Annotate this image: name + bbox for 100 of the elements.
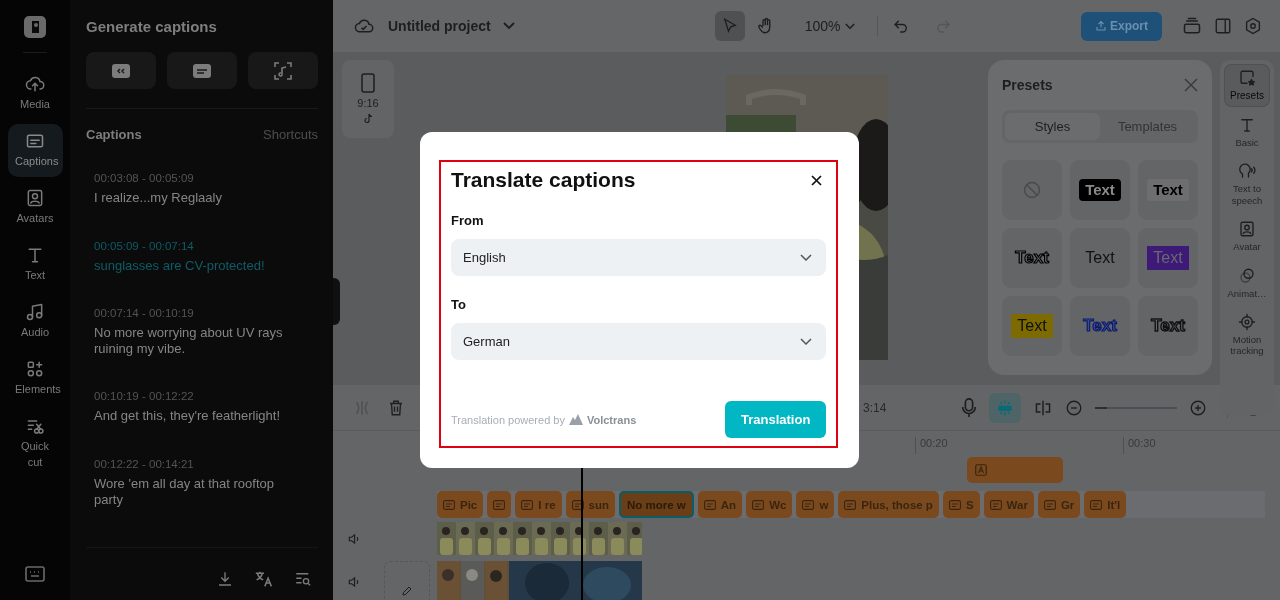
sidebar-item[interactable]: Elements (7, 351, 63, 405)
caption-entry[interactable]: 00:12:22 - 00:14:21 Wore 'em all day at that rooftop party (94, 457, 310, 508)
caption-clip[interactable]: sun (565, 491, 615, 518)
sidebar-item[interactable]: Text (7, 237, 63, 291)
caption-clip[interactable]: War (983, 491, 1034, 518)
style-preset-tile[interactable]: Text (1138, 228, 1198, 288)
tab[interactable]: Styles (1005, 113, 1100, 140)
sidebar-item[interactable]: Audio (7, 294, 63, 348)
download-icon[interactable] (216, 570, 234, 588)
close-icon[interactable] (811, 174, 822, 186)
caption-time: 00:03:08 - 00:05:09 (94, 172, 195, 184)
shortcuts-link[interactable]: Shortcuts (263, 127, 318, 142)
sidebar-item[interactable]: Quick cut (7, 408, 63, 478)
zoom-out-icon[interactable] (1065, 398, 1083, 417)
zoom-dropdown[interactable]: 100% (804, 18, 856, 34)
caption-icon (844, 499, 857, 510)
caption-time: 00:07:14 - 00:10:19 (94, 307, 195, 320)
phone-icon (361, 73, 375, 93)
cloud-icon[interactable] (354, 17, 374, 35)
caption-icon (443, 499, 455, 510)
microphone-icon[interactable] (961, 397, 977, 418)
property-tab[interactable]: Presets (1224, 64, 1270, 107)
caption-time: 00:05:09 - 00:07:14 (94, 239, 195, 252)
translation-button[interactable]: Translation (725, 401, 826, 438)
style-preset-tile[interactable]: Text (1002, 228, 1062, 288)
caption-entry[interactable]: 00:07:14 - 00:10:19 No more worrying about UV rays ruining my vibe. (94, 307, 310, 357)
style-sample: Text (1014, 246, 1050, 269)
chevron-down-icon (800, 254, 812, 261)
style-sample: Text (1084, 248, 1116, 269)
style-preset-tile[interactable] (1002, 160, 1062, 220)
zoom-in-icon[interactable] (1189, 398, 1207, 417)
speaker-icon[interactable] (347, 575, 361, 589)
caption-entry[interactable]: 00:05:09 - 00:07:14 sunglasses are CV-protected! (94, 239, 310, 274)
avatar-icon (25, 187, 45, 208)
mountain-logo-icon (568, 414, 583, 425)
caption-clip[interactable]: S (942, 491, 980, 518)
generate-option-button[interactable] (86, 52, 156, 89)
export-button[interactable]: Export (1081, 11, 1162, 41)
playback-time: 3:14 (863, 400, 887, 415)
sparkle-box-icon (996, 398, 1014, 417)
split-clip-icon[interactable] (1033, 398, 1053, 417)
upload-icon (1095, 20, 1107, 32)
sidebar-item[interactable]: Captions (7, 123, 63, 177)
speaker-icon[interactable] (347, 532, 361, 546)
caption-clip[interactable]: I re (515, 491, 562, 518)
caption-clip[interactable]: Wc (746, 491, 793, 518)
translate-icon[interactable] (254, 570, 274, 588)
caption-entry[interactable]: 00:10:19 - 00:12:22 And get this, they're featherlight! (94, 390, 310, 424)
collapse-handle[interactable] (333, 278, 340, 325)
text-clip[interactable] (967, 457, 1063, 483)
style-sample: Text (1147, 179, 1189, 201)
caption-clip[interactable] (487, 491, 512, 518)
style-preset-tile[interactable]: Text (1002, 296, 1062, 356)
caption-clip[interactable]: It'l (1084, 491, 1127, 518)
caption-clip[interactable]: Plus, those p (838, 491, 939, 518)
sidebar-item[interactable]: Avatars (7, 180, 63, 234)
style-sample: Text (1011, 314, 1053, 338)
cc-icon (112, 63, 130, 78)
style-preset-tile[interactable]: Text (1138, 160, 1198, 220)
caption-icon (802, 499, 815, 510)
trash-icon[interactable] (387, 398, 405, 417)
style-sample: Text (1147, 246, 1189, 270)
caption-time: 00:10:19 - 00:12:22 (94, 390, 195, 403)
style-preset-tile[interactable]: Text (1070, 160, 1130, 220)
pointer-tool-button[interactable] (714, 11, 745, 41)
language-select[interactable]: German (451, 323, 826, 360)
music-note-icon (25, 301, 45, 322)
layers-icon[interactable] (1182, 16, 1202, 36)
sidebar-item[interactable]: Media (7, 67, 63, 120)
property-tab[interactable]: Animat… (1224, 261, 1270, 304)
scan-music-icon (274, 61, 292, 80)
text-box-icon (975, 464, 987, 476)
powered-by-text: Translation powered by (451, 413, 565, 426)
generate-option-button[interactable] (167, 52, 237, 89)
style-preset-tile[interactable]: Text (1070, 228, 1130, 288)
keyboard-icon[interactable] (25, 566, 45, 582)
aspect-ratio-card[interactable]: 9:16 (342, 60, 394, 138)
caption-clip[interactable]: Pic (437, 491, 484, 518)
caption-clip[interactable]: An (697, 491, 743, 518)
pencil-icon (401, 585, 413, 597)
none-icon (1023, 181, 1041, 199)
cloud-upload-icon (25, 74, 45, 94)
circles-icon (1238, 266, 1256, 285)
caption-clip[interactable]: Gr (1037, 491, 1081, 518)
style-preset-tile[interactable]: Text (1070, 296, 1130, 356)
search-list-icon[interactable] (294, 570, 312, 588)
panel-layout-icon[interactable] (1214, 17, 1232, 35)
caption-clip[interactable]: No more w (619, 491, 694, 518)
chevron-down-icon[interactable] (502, 22, 515, 30)
property-tab[interactable]: Avatar (1224, 215, 1270, 258)
app-logo-icon[interactable] (24, 16, 46, 38)
style-sample: Text (1079, 179, 1121, 201)
dialog-title: Translate captions (451, 168, 636, 192)
caption-clip[interactable]: w (796, 491, 835, 518)
caption-icon (1043, 499, 1056, 510)
project-name-button[interactable]: Untitled project (388, 18, 491, 34)
generate-option-button[interactable] (248, 52, 318, 89)
language-select[interactable]: English (451, 239, 826, 276)
caption-entry[interactable]: 00:03:08 - 00:05:09 I realize...my Reglaaly (94, 172, 310, 206)
settings-icon[interactable] (1244, 17, 1262, 35)
